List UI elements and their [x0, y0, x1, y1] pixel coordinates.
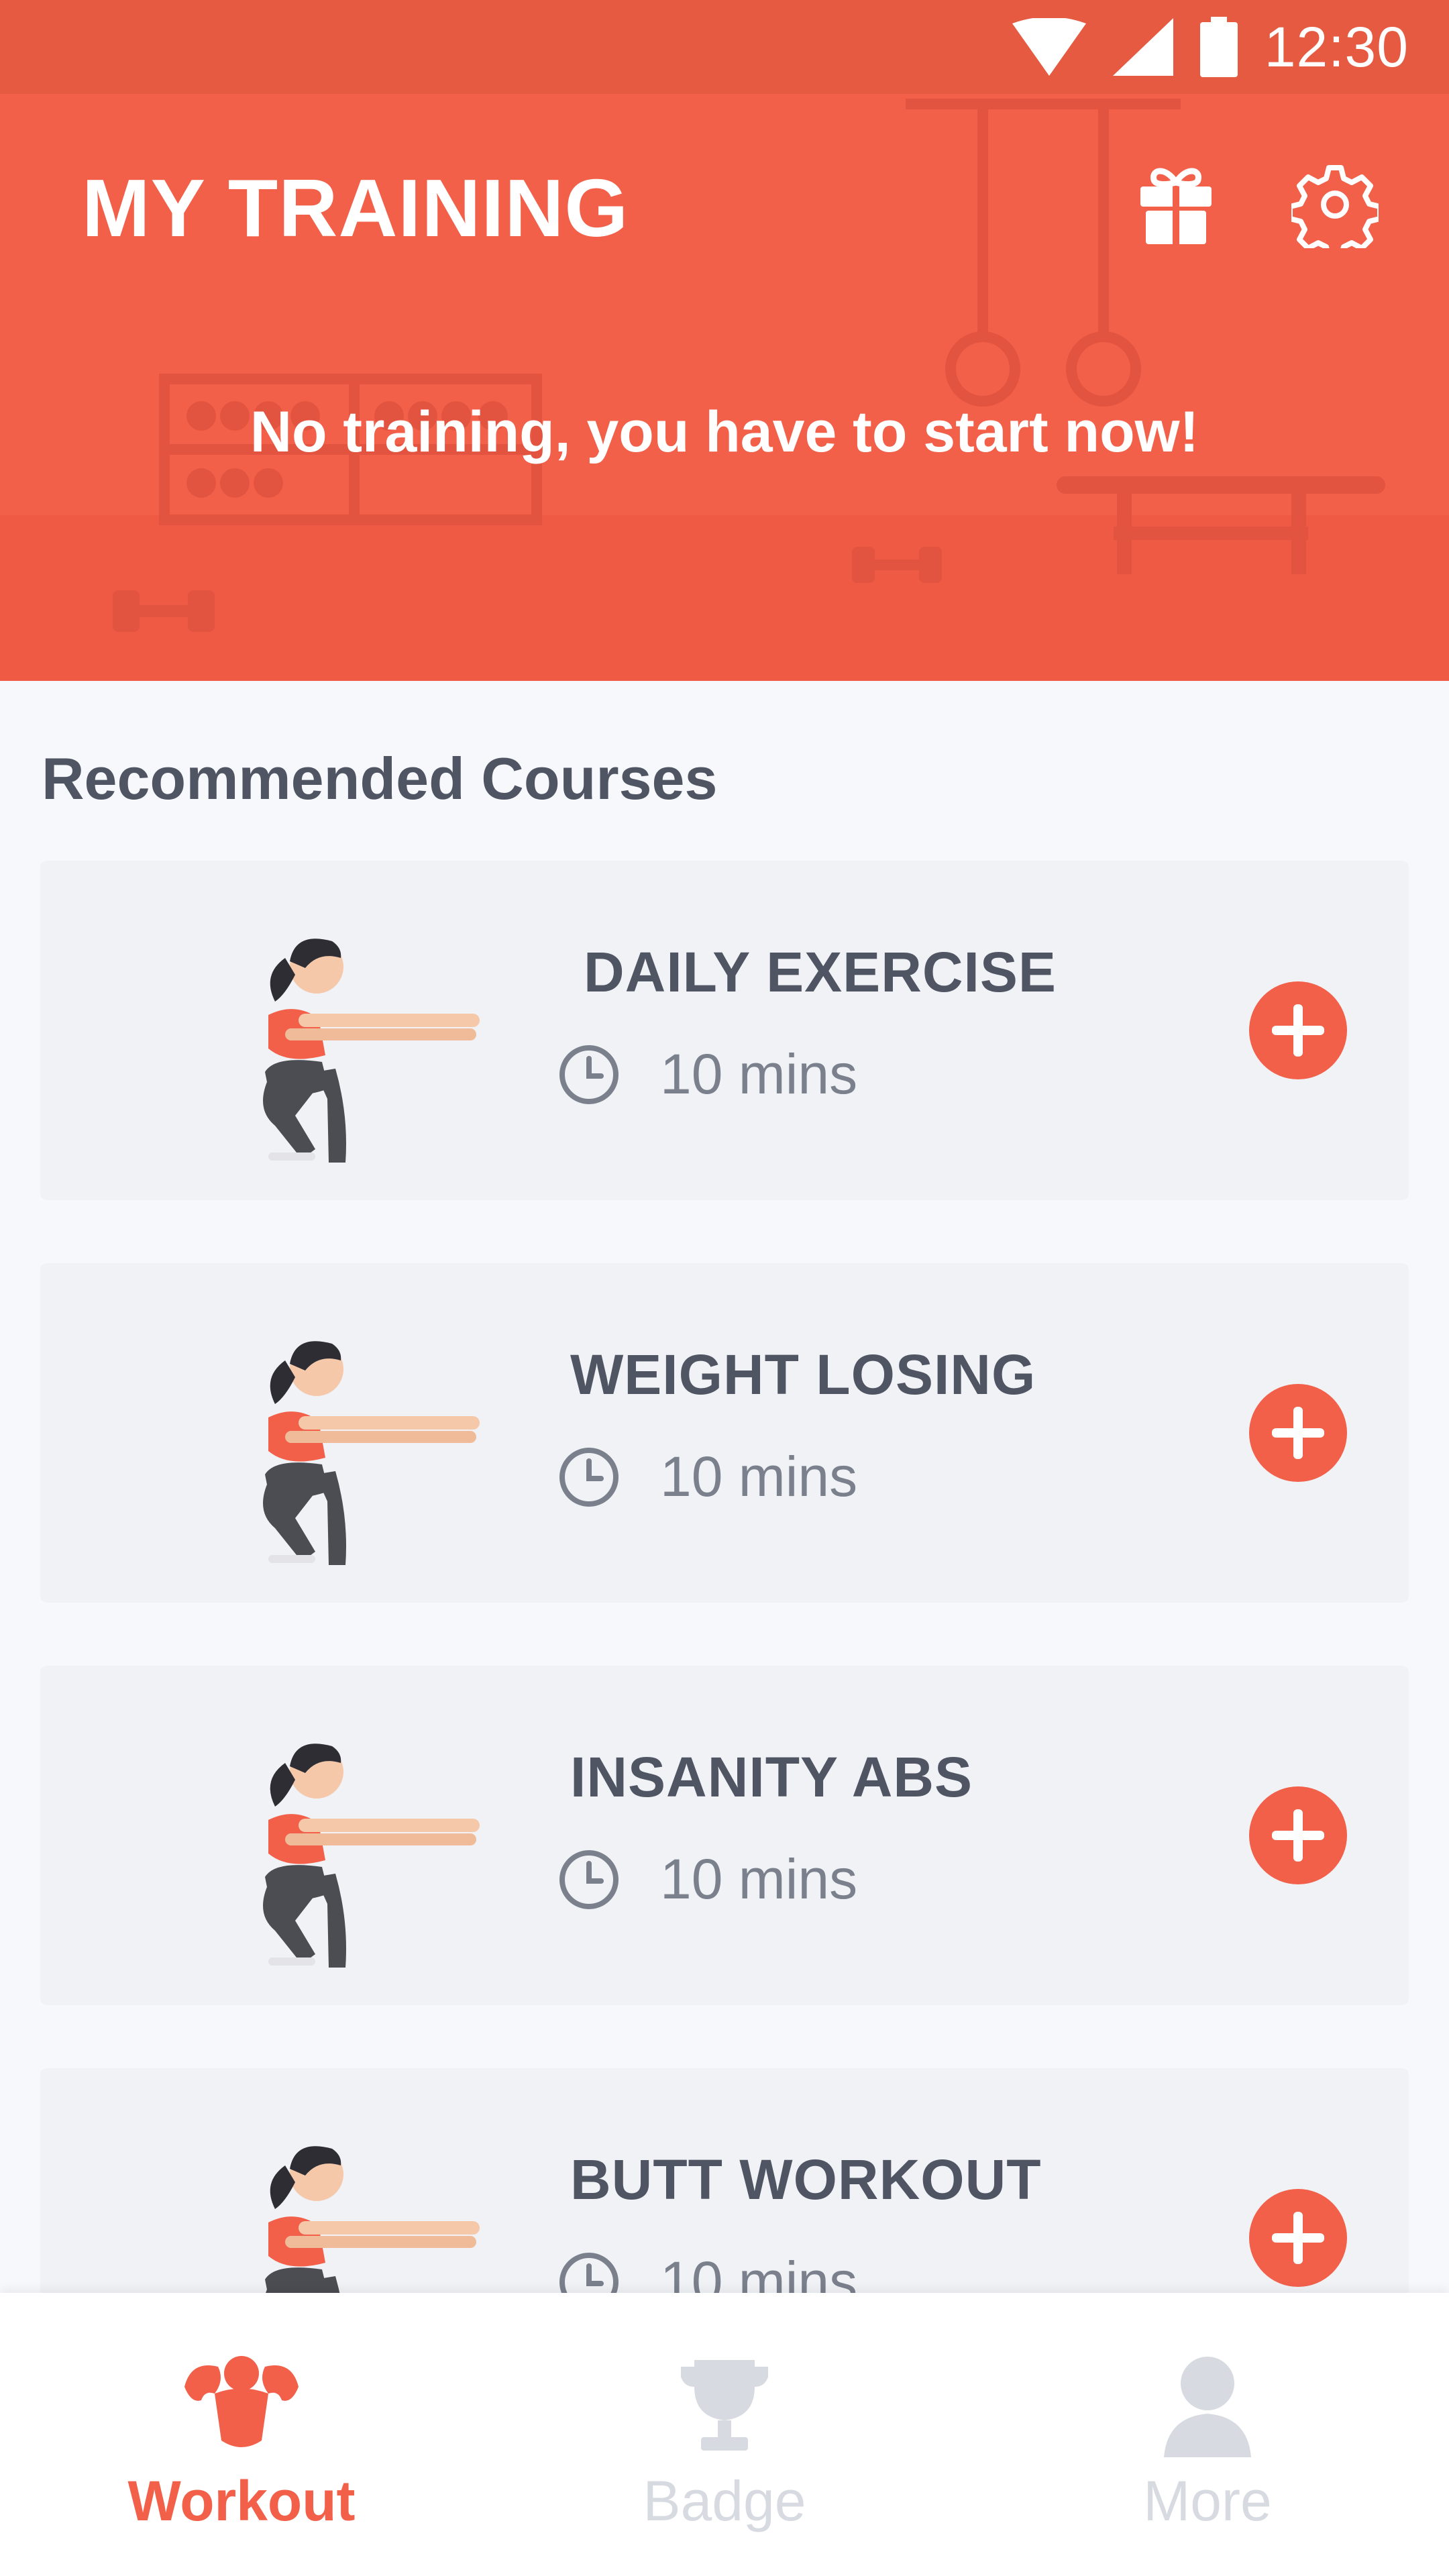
battery-icon: [1199, 17, 1238, 77]
course-name: DAILY EXERCISE: [584, 941, 1057, 1004]
nav-item-workout[interactable]: Workout: [0, 2293, 483, 2576]
status-time: 12:30: [1264, 15, 1409, 78]
status-bar: 12:30: [0, 0, 1449, 94]
app-screen: 12:30 MY TRAINING No training, you have …: [0, 0, 1449, 2576]
gift-button[interactable]: [1132, 161, 1220, 248]
training-status-message: No training, you have to start now!: [250, 400, 1199, 464]
person-icon: [1164, 2357, 1251, 2457]
squat-figure-illustration: [263, 1743, 480, 1968]
squat-figure-illustration: [263, 938, 480, 1163]
muscle-icon: [184, 2356, 299, 2447]
course-duration-text: 10 mins: [660, 1445, 858, 1508]
page-title: MY TRAINING: [82, 162, 629, 254]
course-duration-text: 10 mins: [660, 1847, 858, 1911]
gift-icon: [1140, 168, 1212, 244]
cell-signal-icon: [1112, 18, 1173, 76]
trophy-icon: [681, 2360, 768, 2451]
squat-figure-illustration: [263, 1341, 480, 1565]
course-card-weight-losing[interactable]: WEIGHT LOSING 10 mins: [40, 1263, 1409, 1603]
clock-icon: [559, 1849, 619, 1909]
nav-item-badge[interactable]: Badge: [483, 2293, 966, 2576]
nav-label: Workout: [127, 2469, 356, 2532]
clock-icon: [559, 1447, 619, 1507]
course-duration: 10 mins: [557, 1444, 857, 1509]
header-banner: MY TRAINING No training, you have to sta…: [0, 94, 1449, 681]
course-duration-text: 10 mins: [660, 1042, 858, 1106]
wifi-icon: [1012, 18, 1086, 76]
section-title: Recommended Courses: [42, 745, 718, 812]
clock-icon: [559, 1044, 619, 1104]
bottom-navigation: Workout Badge More: [0, 2293, 1449, 2576]
add-course-button[interactable]: [1249, 981, 1347, 1079]
settings-button[interactable]: [1287, 161, 1383, 260]
course-name: INSANITY ABS: [570, 1746, 973, 1809]
nav-label: More: [1143, 2469, 1272, 2532]
nav-label: Badge: [643, 2469, 806, 2532]
course-name: BUTT WORKOUT: [570, 2148, 1042, 2211]
course-card-insanity-abs[interactable]: INSANITY ABS 10 mins: [40, 1666, 1409, 2005]
add-course-button[interactable]: [1249, 2189, 1347, 2287]
course-card-daily-exercise[interactable]: DAILY EXERCISE 10 mins: [40, 861, 1409, 1200]
course-duration: 10 mins: [557, 1042, 857, 1107]
course-duration: 10 mins: [557, 1847, 857, 1912]
add-course-button[interactable]: [1249, 1786, 1347, 1884]
add-course-button[interactable]: [1249, 1384, 1347, 1482]
gear-icon: [1287, 165, 1383, 260]
nav-item-more[interactable]: More: [966, 2293, 1449, 2576]
course-name: WEIGHT LOSING: [570, 1343, 1036, 1406]
